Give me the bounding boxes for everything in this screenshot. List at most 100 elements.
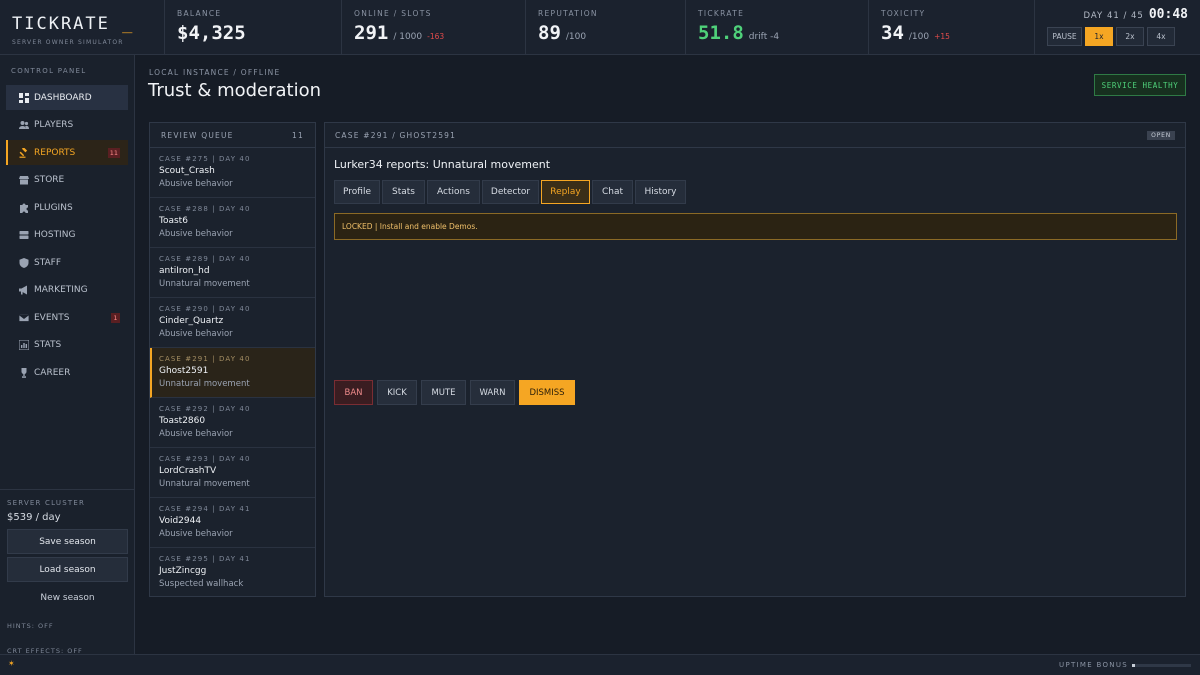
review-queue-list: CASE #275 | DAY 40 Scout_Crash Abusive beh…	[150, 148, 315, 596]
sidebar-item-store[interactable]: STORE	[6, 168, 128, 193]
mute-button[interactable]: MUTE	[421, 380, 466, 405]
chart-icon	[19, 340, 29, 350]
reputation-max: /100	[565, 32, 587, 42]
queue-item[interactable]: CASE #292 | DAY 40 Toast2860 Abusive behav…	[150, 398, 315, 448]
queue-item[interactable]: CASE #293 | DAY 40 LordCrashTV Unnatural m…	[150, 448, 315, 498]
kick-button[interactable]: KICK	[377, 380, 417, 405]
sidebar-item-label: PLAYERS	[34, 120, 74, 130]
brand-title: TICKRATE _	[12, 14, 164, 34]
sidebar-item-dashboard[interactable]: DASHBOARD	[6, 85, 128, 110]
tickrate-stat: TICKRATE 51.8 drift -4	[686, 0, 869, 54]
speed-2x-button[interactable]: 2x	[1116, 27, 1144, 46]
review-queue: REVIEW QUEUE 11 CASE #275 | DAY 40 Scout_…	[149, 122, 316, 597]
sidebar-item-marketing[interactable]: MARKETING	[6, 278, 128, 303]
sidebar-item-players[interactable]: PLAYERS	[6, 113, 128, 138]
queue-item-player: Toast6	[159, 216, 188, 226]
toxicity-stat: TOXICITY 34 /100 +15	[869, 0, 1035, 54]
review-queue-count: 11	[292, 130, 304, 140]
sidebar-item-label: REPORTS	[34, 147, 76, 158]
dashboard-icon	[19, 92, 29, 103]
queue-item-reason: Abusive behavior	[159, 529, 233, 539]
online-stat: ONLINE / SLOTS 291 / 1000 -163	[342, 0, 526, 54]
queue-item-meta: CASE #291 | DAY 40	[159, 355, 251, 363]
pause-button[interactable]: PAUSE	[1047, 27, 1082, 46]
queue-item-reason: Abusive behavior	[159, 329, 233, 339]
brand: TICKRATE _ SERVER OWNER SIMULATOR	[0, 0, 165, 54]
dismiss-button[interactable]: DISMISS	[519, 380, 575, 405]
queue-item[interactable]: CASE #291 | DAY 40 Ghost2591 Unnatural mov…	[150, 348, 315, 398]
warn-button[interactable]: WARN	[470, 380, 515, 405]
locked-notice: LOCKED | Install and enable Demos.	[334, 213, 1177, 240]
queue-item-meta: CASE #275 | DAY 40	[159, 155, 251, 163]
sidebar-item-stats[interactable]: STATS	[6, 333, 128, 358]
sidebar-item-label: EVENTS	[34, 312, 70, 323]
load-season-button[interactable]: Load season	[7, 557, 128, 582]
queue-item-reason: Abusive behavior	[159, 179, 233, 189]
save-season-button[interactable]: Save season	[7, 529, 128, 554]
sidebar-item-plugins[interactable]: PLUGINS	[6, 195, 128, 220]
queue-item-player: Scout_Crash	[159, 166, 215, 176]
toxicity-label: TOXICITY	[881, 9, 926, 18]
queue-item-player: Void2944	[159, 516, 202, 526]
queue-item-reason: Unnatural movement	[159, 279, 250, 289]
queue-item[interactable]: CASE #295 | DAY 41 JustZincgg Suspected wa…	[150, 548, 315, 596]
ban-button[interactable]: BAN	[334, 380, 373, 405]
top-bar: TICKRATE _ SERVER OWNER SIMULATOR BALANC…	[0, 0, 1200, 55]
queue-item-meta: CASE #290 | DAY 40	[159, 305, 251, 313]
speed-4x-button[interactable]: 4x	[1147, 27, 1175, 46]
sidebar-item-staff[interactable]: STAFF	[6, 250, 128, 275]
queue-item[interactable]: CASE #288 | DAY 40 Toast6 Abusive behavior	[150, 198, 315, 248]
sidebar-item-reports[interactable]: REPORTS 11	[6, 140, 128, 165]
case-actions: BAN KICK MUTE WARN DISMISS	[334, 380, 575, 405]
sidebar-item-label: STATS	[34, 340, 62, 350]
queue-item[interactable]: CASE #294 | DAY 41 Void2944 Abusive behavi…	[150, 498, 315, 548]
review-queue-title: REVIEW QUEUE	[161, 130, 234, 140]
sidebar-item-label: HOSTING	[34, 230, 76, 240]
tab-chat[interactable]: Chat	[592, 180, 633, 204]
tab-profile[interactable]: Profile	[334, 180, 380, 204]
server-icon	[19, 231, 29, 239]
tab-actions[interactable]: Actions	[427, 180, 480, 204]
balance-stat: BALANCE $4,325	[165, 0, 342, 54]
uptime-bonus-label: UPTIME BONUS	[1059, 661, 1128, 669]
tab-stats[interactable]: Stats	[382, 180, 425, 204]
reports-badge: 11	[107, 148, 120, 158]
queue-item-player: Ghost2591	[159, 366, 209, 376]
store-icon	[19, 176, 29, 185]
players-icon	[19, 121, 29, 129]
queue-item-player: Toast2860	[159, 416, 206, 426]
new-season-button[interactable]: New season	[7, 585, 128, 610]
hints-toggle[interactable]: HINTS: OFF	[7, 616, 128, 635]
sidebar-item-label: DASHBOARD	[34, 92, 92, 103]
case-panel: CASE #291 / GHOST2591 OPEN Lurker34 repo…	[324, 122, 1186, 597]
case-tabs: Profile Stats Actions Detector Replay Ch…	[334, 180, 686, 204]
gavel-icon	[19, 147, 28, 158]
brand-name: TICKRATE	[12, 14, 110, 34]
sidebar-item-career[interactable]: CAREER	[6, 360, 128, 385]
uptime-bonus-bar	[1132, 664, 1191, 667]
online-slots: / 1000	[393, 32, 423, 42]
sidebar-item-label: STAFF	[34, 257, 62, 268]
queue-item-meta: CASE #294 | DAY 41	[159, 505, 251, 513]
sidebar-item-events[interactable]: EVENTS 1	[6, 305, 128, 330]
server-cluster-label: SERVER CLUSTER	[7, 499, 86, 507]
tab-history[interactable]: History	[635, 180, 686, 204]
tab-replay[interactable]: Replay	[541, 180, 590, 204]
queue-item[interactable]: CASE #275 | DAY 40 Scout_Crash Abusive beh…	[150, 148, 315, 198]
queue-item[interactable]: CASE #290 | DAY 40 Cinder_Quartz Abusive b…	[150, 298, 315, 348]
sidebar-item-hosting[interactable]: HOSTING	[6, 223, 128, 248]
queue-item-reason: Abusive behavior	[159, 229, 233, 239]
brand-subtitle: SERVER OWNER SIMULATOR	[12, 39, 124, 46]
control-panel-label: CONTROL PANEL	[11, 67, 87, 75]
tickrate-label: TICKRATE	[698, 9, 745, 18]
queue-item-player: LordCrashTV	[159, 466, 217, 476]
server-cluster-cost: $539 / day	[7, 512, 61, 523]
service-health-badge: SERVICE HEALTHY	[1094, 74, 1186, 96]
queue-item[interactable]: CASE #289 | DAY 40 antiIron_hd Unnatural m…	[150, 248, 315, 298]
shield-icon	[19, 257, 29, 268]
queue-item-meta: CASE #295 | DAY 41	[159, 555, 251, 563]
speed-1x-button[interactable]: 1x	[1085, 27, 1113, 46]
tab-detector[interactable]: Detector	[482, 180, 539, 204]
breadcrumb: LOCAL INSTANCE / OFFLINE	[149, 68, 281, 77]
queue-item-reason: Unnatural movement	[159, 479, 250, 489]
